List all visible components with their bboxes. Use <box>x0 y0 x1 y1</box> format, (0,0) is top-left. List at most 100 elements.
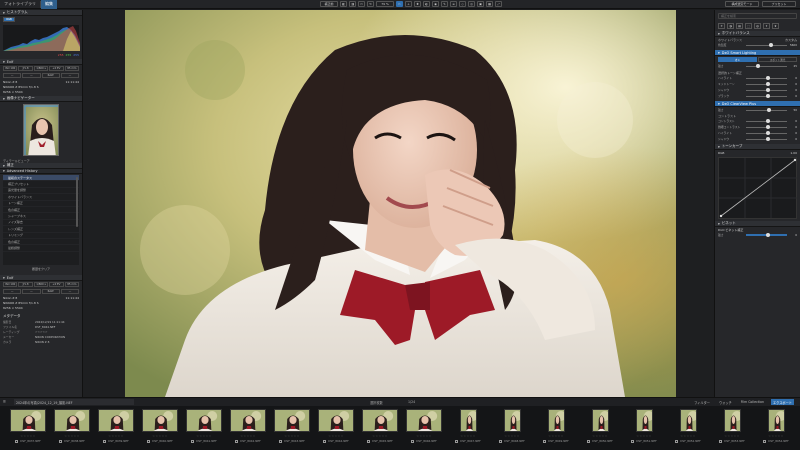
wb-preset-select[interactable]: カスタム <box>785 38 797 42</box>
select-checkbox[interactable] <box>455 439 459 443</box>
local-palette-icon[interactable]: ◍ <box>754 23 761 29</box>
redeye-tool-icon[interactable]: ◉ <box>432 1 439 7</box>
folder-path[interactable]: 2024年の写真/2024_12_19_撮影.NEF <box>14 399 134 405</box>
sel-tone-value[interactable]: 0 <box>789 88 797 92</box>
filmstrip-thumbnail[interactable]: ☆☆☆☆☆ DSF_8052.NEF <box>666 406 710 450</box>
contrast-value[interactable]: 0 <box>789 119 797 123</box>
rating-stars[interactable]: ☆☆☆☆☆ <box>768 434 783 438</box>
filmstrip-thumbnail[interactable]: ☆☆☆☆☆ DSF_8048.NEF <box>490 406 534 450</box>
select-checkbox[interactable] <box>191 439 195 443</box>
select-checkbox[interactable] <box>763 439 767 443</box>
filmstrip-menu-icon[interactable]: ☰ <box>3 400 6 404</box>
rotate-button[interactable]: ↻ <box>367 1 374 7</box>
slider-knob[interactable] <box>768 43 773 47</box>
sel-tone-slider[interactable]: ブラック 0 <box>715 93 800 99</box>
rating-stars[interactable]: ☆☆☆☆☆ <box>64 434 79 438</box>
vignette-value[interactable]: 0 <box>789 233 797 237</box>
clear-history-button[interactable]: 履歴をクリア <box>32 267 50 271</box>
grid-toggle-icon[interactable]: ▦ <box>486 1 493 7</box>
rating-stars[interactable]: ☆☆☆☆☆ <box>372 434 387 438</box>
slider-track[interactable] <box>746 108 787 112</box>
horizon-tool-icon[interactable]: ≡ <box>450 1 457 7</box>
crop-tool-icon[interactable]: ✂ <box>396 1 403 7</box>
sel-tone-value[interactable]: 0 <box>789 76 797 80</box>
rating-stars[interactable]: ☆☆☆☆☆ <box>636 434 651 438</box>
slider-knob[interactable] <box>765 119 770 123</box>
history-item[interactable]: 最終調整 <box>3 245 79 252</box>
slider-track[interactable] <box>746 64 787 68</box>
filmstrip-thumbnail[interactable]: ☆☆☆☆☆ DSF_8054.NEF <box>754 406 798 450</box>
straighten-tool-icon[interactable]: ⟂ <box>405 1 412 7</box>
intensity-value[interactable]: 25 <box>789 64 797 68</box>
tab-edit[interactable]: 編集 <box>41 0 57 9</box>
select-checkbox[interactable] <box>499 439 503 443</box>
filmstrip-thumbnail[interactable]: ☆☆☆☆☆ DSF_8039.NEF <box>94 406 138 450</box>
rgb-button[interactable]: RGB <box>3 17 15 22</box>
tab-photo-library[interactable]: フォトライブラリ <box>0 0 40 9</box>
filmstrip-thumbnail[interactable]: ☆☆☆☆☆ DSF_8047.NEF <box>446 406 490 450</box>
filmstrip-thumbnail[interactable]: ☆☆☆☆☆ DSF_8050.NEF <box>578 406 622 450</box>
culling-mode-button[interactable]: 構成選定モード <box>725 1 759 7</box>
filmstrip-thumbnail[interactable]: ☆☆☆☆☆ DSF_8046.NEF <box>402 406 446 450</box>
filmstrip-thumbnail[interactable]: ☆☆☆☆☆ DSF_8042.NEF <box>226 406 270 450</box>
slider-track[interactable] <box>746 82 787 86</box>
rating-stars[interactable]: ☆☆☆☆☆ <box>20 434 35 438</box>
rating-stars[interactable]: ☆☆☆☆☆ <box>152 434 167 438</box>
contrast-value[interactable]: 0 <box>789 131 797 135</box>
temperature-value[interactable]: 5600 <box>789 43 797 47</box>
select-checkbox[interactable] <box>543 439 547 443</box>
contrast-value[interactable]: 0 <box>789 137 797 141</box>
split-view-left-button[interactable]: ◧ <box>340 1 347 7</box>
select-checkbox[interactable] <box>235 439 239 443</box>
temperature-slider[interactable]: 色温度 5600 <box>715 42 800 48</box>
filmstrip-thumbnail[interactable]: ☆☆☆☆☆ DSF_8051.NEF <box>622 406 666 450</box>
rating-stars[interactable]: ☆☆☆☆☆ <box>196 434 211 438</box>
rating-stars[interactable]: ☆☆☆☆☆ <box>108 434 123 438</box>
rating-stars[interactable]: ☆☆☆☆☆ <box>328 434 343 438</box>
slider-track[interactable] <box>746 131 787 135</box>
slider-track[interactable] <box>746 88 787 92</box>
filter-button[interactable]: フィルター <box>692 399 712 405</box>
vignette-mode[interactable]: DxO ビネット補正 <box>718 228 743 232</box>
filmstrip-thumbnail[interactable]: ☆☆☆☆☆ DSF_8053.NEF <box>710 406 754 450</box>
slider-track[interactable] <box>746 119 787 123</box>
filmstrip-thumbnail[interactable]: ☆☆☆☆☆ DSF_8038.NEF <box>50 406 94 450</box>
rating-stars[interactable]: ☆☆☆☆☆ <box>724 434 739 438</box>
rating-stars[interactable]: ☆☆☆☆☆ <box>680 434 695 438</box>
color-palette-icon[interactable]: ◑ <box>727 23 734 29</box>
select-checkbox[interactable] <box>103 439 107 443</box>
select-checkbox[interactable] <box>719 439 723 443</box>
select-checkbox[interactable] <box>675 439 679 443</box>
slider-knob[interactable] <box>756 64 761 68</box>
rating-stars[interactable]: ☆☆☆☆☆ <box>284 434 299 438</box>
slider-track[interactable] <box>746 125 787 129</box>
slider-track[interactable] <box>746 94 787 98</box>
select-checkbox[interactable] <box>367 439 371 443</box>
slider-track[interactable] <box>746 137 787 141</box>
mode-spot[interactable]: スポット測光 <box>758 57 797 62</box>
favorites-icon[interactable]: ★ <box>772 23 779 29</box>
contrast-slider[interactable]: シャドウ 0 <box>715 136 800 142</box>
split-view-right-button[interactable]: ◨ <box>349 1 356 7</box>
filmstrip-thumbnail[interactable]: ☆☆☆☆☆ DSF_8037.NEF <box>6 406 50 450</box>
slider-knob[interactable] <box>766 108 771 112</box>
slider-knob[interactable] <box>765 137 770 141</box>
fit-button[interactable]: ▭ <box>358 1 365 7</box>
filmstrip-thumbnail[interactable]: ☆☆☆☆☆ DSF_8045.NEF <box>358 406 402 450</box>
select-checkbox[interactable] <box>411 439 415 443</box>
clearview-value[interactable]: 50 <box>789 108 797 112</box>
watermark-tool-icon[interactable]: ◎ <box>468 1 475 7</box>
vignette-slider[interactable]: 強さ 0 <box>715 232 800 238</box>
sel-tone-value[interactable]: 0 <box>789 94 797 98</box>
detail-palette-icon[interactable]: ▤ <box>736 23 743 29</box>
rating-stars[interactable]: ☆☆☆☆☆ <box>504 434 519 438</box>
rating-stars[interactable]: ☆☆☆☆☆ <box>460 434 475 438</box>
slider-knob[interactable] <box>765 125 770 129</box>
filmstrip-thumbnail[interactable]: ☆☆☆☆☆ DSF_8040.NEF <box>138 406 182 450</box>
rating-stars[interactable]: ☆☆☆☆☆ <box>592 434 607 438</box>
select-checkbox[interactable] <box>15 439 19 443</box>
white-balance-picker-icon[interactable]: ✎ <box>441 1 448 7</box>
rating-stars[interactable]: ☆☆☆☆☆ <box>416 434 431 438</box>
navigator-header[interactable]: ▾ 画像ナビゲーター <box>0 96 82 102</box>
preset-button[interactable]: プリセット <box>762 1 796 7</box>
